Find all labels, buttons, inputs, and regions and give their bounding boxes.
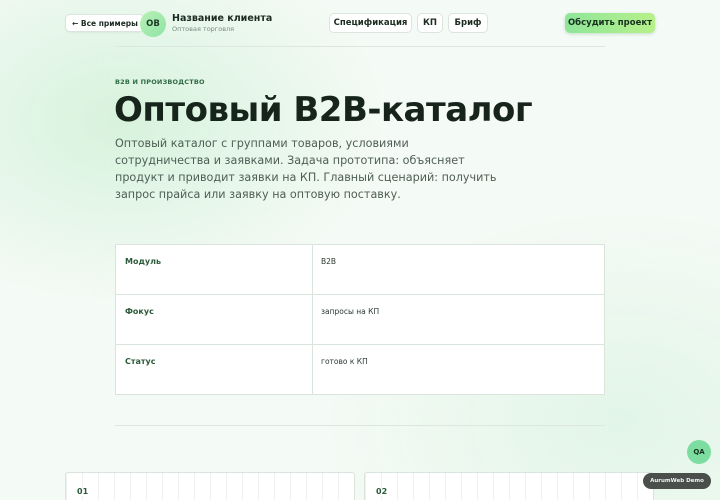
card-number: 02	[376, 487, 390, 496]
demo-badge: AurumWeb Demo	[643, 473, 711, 489]
card-number: 01	[77, 487, 91, 496]
header-divider	[115, 46, 605, 47]
info-key-module: Модуль	[125, 257, 162, 266]
page-title: Оптовый B2B-каталог	[114, 90, 533, 130]
back-to-examples-button[interactable]: ← Все примеры	[65, 14, 145, 32]
project-info-table: Модуль B2B Фокус запросы на КП Статус го…	[115, 244, 605, 395]
nav-brief-button[interactable]: Бриф	[448, 13, 488, 33]
section-eyebrow: B2B И ПРОИЗВОДСТВО	[115, 78, 205, 86]
info-value-focus: запросы на КП	[321, 307, 380, 316]
info-value-module: B2B	[321, 257, 337, 266]
feature-card-1[interactable]: 01	[65, 472, 355, 500]
page-description: Оптовый каталог с группами товаров, усло…	[115, 137, 497, 201]
section-divider	[115, 425, 605, 426]
info-key-status: Статус	[125, 357, 156, 366]
nav-proposal-button[interactable]: КП	[417, 13, 443, 33]
nav-specification-button[interactable]: Спецификация	[329, 13, 412, 33]
table-row: Модуль B2B	[116, 245, 604, 295]
client-name: Название клиента	[172, 13, 273, 24]
info-value-status: готово к КП	[321, 357, 368, 366]
feature-card-2[interactable]: 02	[364, 472, 654, 500]
table-row: Фокус запросы на КП	[116, 294, 604, 344]
table-row: Статус готово к КП	[116, 344, 604, 394]
discuss-project-button[interactable]: Обсудить проект	[565, 13, 655, 33]
info-key-focus: Фокус	[125, 307, 154, 316]
top-bar: ← Все примеры OB Название клиента Оптова…	[0, 0, 720, 46]
client-avatar: OB	[140, 11, 166, 37]
qa-button[interactable]: QA	[687, 440, 711, 464]
client-subtitle: Оптовая торговля	[172, 25, 235, 33]
